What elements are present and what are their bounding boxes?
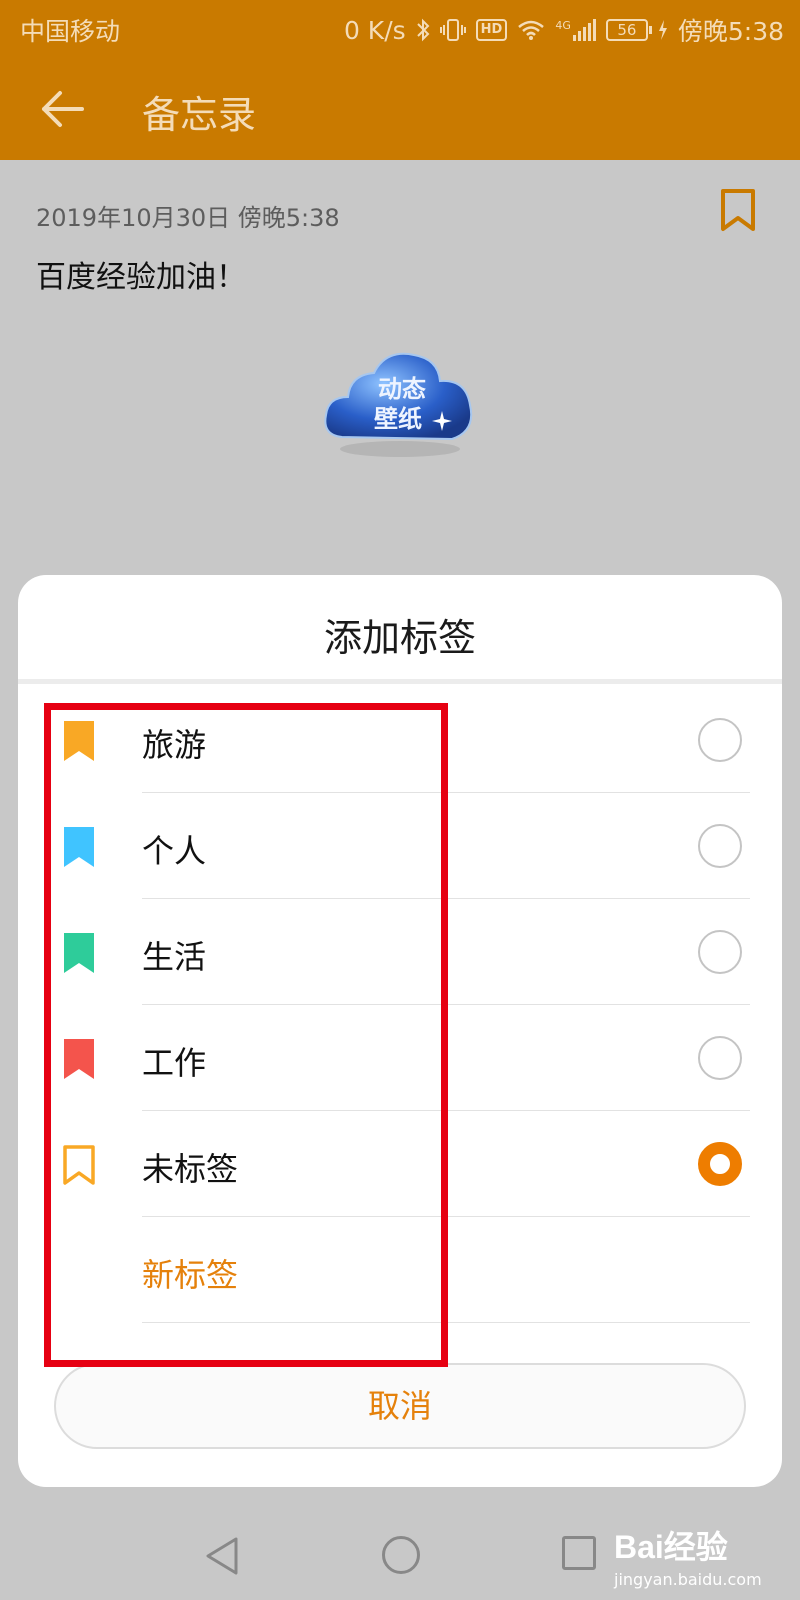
clock: 傍晚5:38	[677, 17, 784, 46]
sticker-text-line2: 壁纸	[374, 405, 422, 433]
note-body: 百度经验加油！	[36, 260, 246, 295]
radio-button[interactable]	[698, 1036, 742, 1080]
radio-button[interactable]	[698, 930, 742, 974]
status-icons: 0 K/s HD 4G 56 傍晚5:38	[344, 12, 784, 48]
radio-button[interactable]	[698, 718, 742, 762]
app-bar: 备忘录	[0, 56, 800, 160]
cancel-button[interactable]: 取消	[54, 1363, 746, 1449]
network-speed: 0 K/s	[343, 15, 406, 45]
app-title: 备忘录	[142, 93, 257, 137]
sticker-text-line1: 动态	[378, 375, 426, 403]
hd-badge: HD	[475, 19, 508, 41]
live-wallpaper-sticker[interactable]: 动态 壁纸	[320, 345, 480, 465]
battery-icon: 56	[605, 19, 652, 41]
watermark-url: jingyan.baidu.com	[614, 1570, 762, 1589]
highlight-box	[44, 703, 448, 1367]
bookmark-icon[interactable]	[720, 188, 756, 232]
nav-home-icon[interactable]	[382, 1536, 420, 1574]
dialog-title: 添加标签	[323, 616, 476, 660]
radio-button[interactable]	[698, 824, 742, 868]
bluetooth-icon	[416, 18, 430, 42]
charging-icon	[658, 19, 668, 41]
status-bar: 中国移动 0 K/s HD 4G 56 傍晚5:38	[0, 0, 800, 56]
wifi-icon	[517, 19, 545, 41]
back-arrow-icon[interactable]	[40, 86, 86, 132]
divider	[18, 679, 782, 684]
radio-button-selected[interactable]	[698, 1142, 742, 1186]
nav-recent-icon[interactable]	[562, 1536, 596, 1570]
carrier-name: 中国移动	[20, 17, 121, 46]
baidu-jingyan-watermark: Bai经验 jingyan.baidu.com	[614, 1522, 762, 1589]
watermark-logo: Bai经验	[614, 1529, 728, 1565]
signal-icon: 4G	[555, 19, 596, 41]
vibrate-icon	[439, 18, 466, 42]
note-date: 2019年10月30日 傍晚5:38	[36, 204, 340, 232]
nav-back-icon[interactable]	[204, 1536, 240, 1576]
